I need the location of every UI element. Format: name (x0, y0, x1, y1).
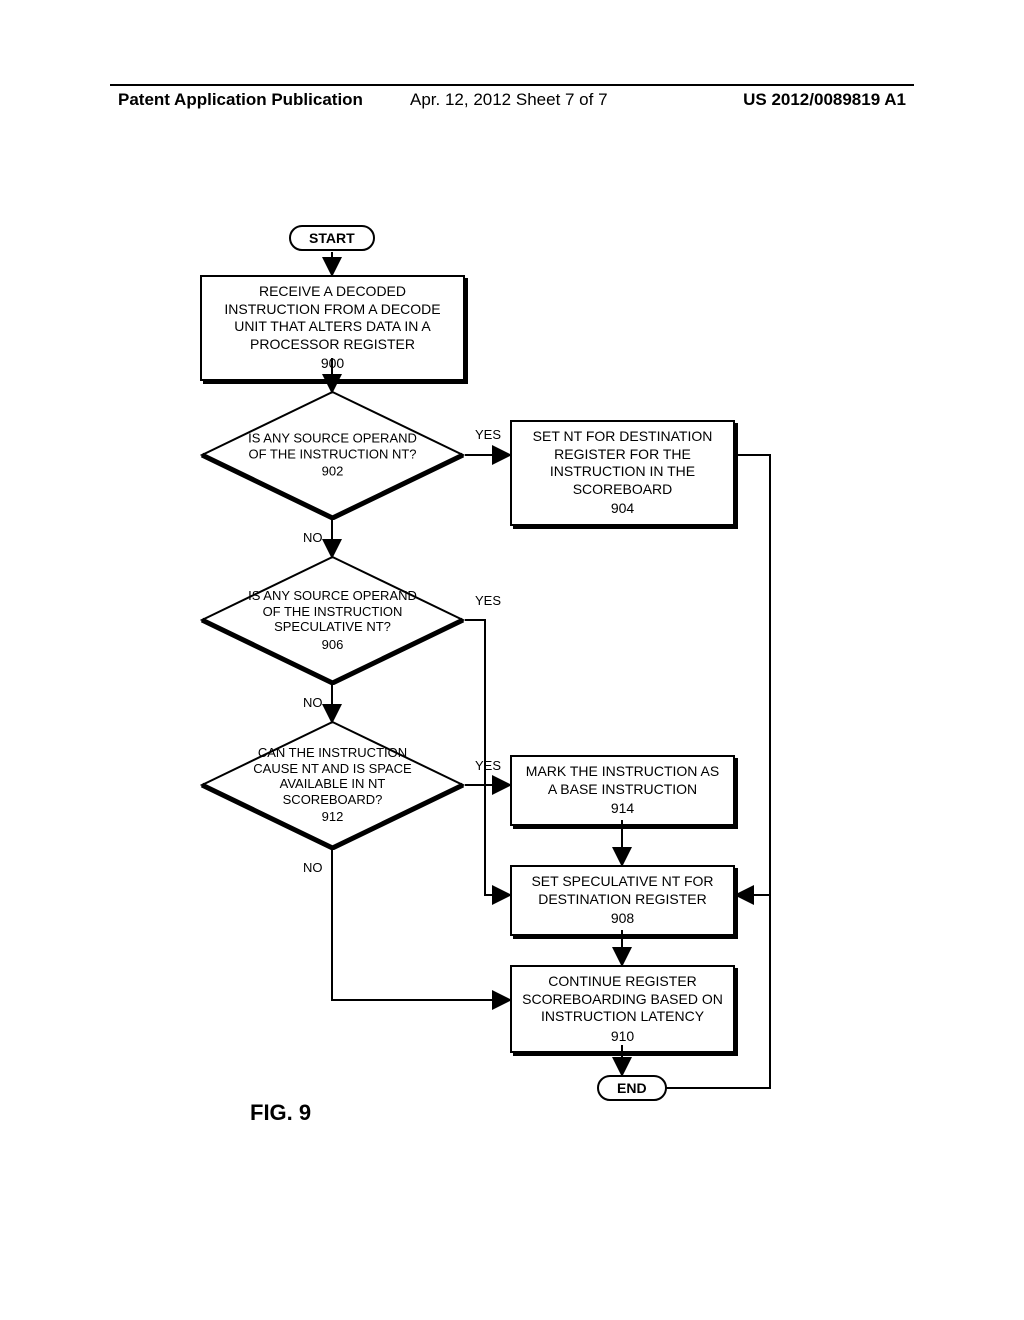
block-908-ref: 908 (520, 910, 725, 928)
block-908: SET SPECULATIVE NT FOR DESTINATION REGIS… (510, 865, 735, 936)
decision-906-text: IS ANY SOURCE OPERAND OF THE INSTRUCTION… (248, 588, 417, 634)
label-yes-906: YES (475, 593, 501, 608)
header-right: US 2012/0089819 A1 (743, 90, 906, 110)
page: Patent Application Publication Apr. 12, … (0, 0, 1024, 1320)
decision-912: CAN THE INSTRUCTION CAUSE NT AND IS SPAC… (200, 720, 465, 850)
block-914-ref: 914 (520, 800, 725, 818)
label-no-902: NO (303, 530, 323, 545)
decision-902-text: IS ANY SOURCE OPERAND OF THE INSTRUCTION… (248, 431, 417, 462)
block-904-text: SET NT FOR DESTINATION REGISTER FOR THE … (533, 428, 713, 497)
flow-arrows (0, 0, 1024, 1320)
label-no-906: NO (303, 695, 323, 710)
decision-902: IS ANY SOURCE OPERAND OF THE INSTRUCTION… (200, 390, 465, 520)
block-900-text: RECEIVE A DECODED INSTRUCTION FROM A DEC… (224, 283, 440, 352)
label-yes-902: YES (475, 427, 501, 442)
block-910-text: CONTINUE REGISTER SCOREBOARDING BASED ON… (522, 973, 723, 1024)
block-900: RECEIVE A DECODED INSTRUCTION FROM A DEC… (200, 275, 465, 381)
block-910: CONTINUE REGISTER SCOREBOARDING BASED ON… (510, 965, 735, 1053)
block-904-ref: 904 (520, 500, 725, 518)
header-rule (110, 84, 914, 86)
decision-912-text: CAN THE INSTRUCTION CAUSE NT AND IS SPAC… (253, 745, 411, 807)
block-914-text: MARK THE INSTRUCTION AS A BASE INSTRUCTI… (526, 763, 719, 797)
block-910-ref: 910 (520, 1028, 725, 1046)
start-terminator: START (289, 225, 375, 251)
end-terminator: END (597, 1075, 667, 1101)
block-914: MARK THE INSTRUCTION AS A BASE INSTRUCTI… (510, 755, 735, 826)
header-left: Patent Application Publication (118, 90, 363, 110)
decision-906-ref: 906 (240, 637, 425, 653)
block-904: SET NT FOR DESTINATION REGISTER FOR THE … (510, 420, 735, 526)
decision-906: IS ANY SOURCE OPERAND OF THE INSTRUCTION… (200, 555, 465, 685)
block-908-text: SET SPECULATIVE NT FOR DESTINATION REGIS… (531, 873, 713, 907)
label-yes-912: YES (475, 758, 501, 773)
figure-label: FIG. 9 (250, 1100, 311, 1126)
label-no-912: NO (303, 860, 323, 875)
block-900-ref: 900 (210, 355, 455, 373)
header-center: Apr. 12, 2012 Sheet 7 of 7 (410, 90, 608, 110)
decision-912-ref: 912 (240, 809, 425, 825)
decision-902-ref: 902 (240, 464, 425, 480)
